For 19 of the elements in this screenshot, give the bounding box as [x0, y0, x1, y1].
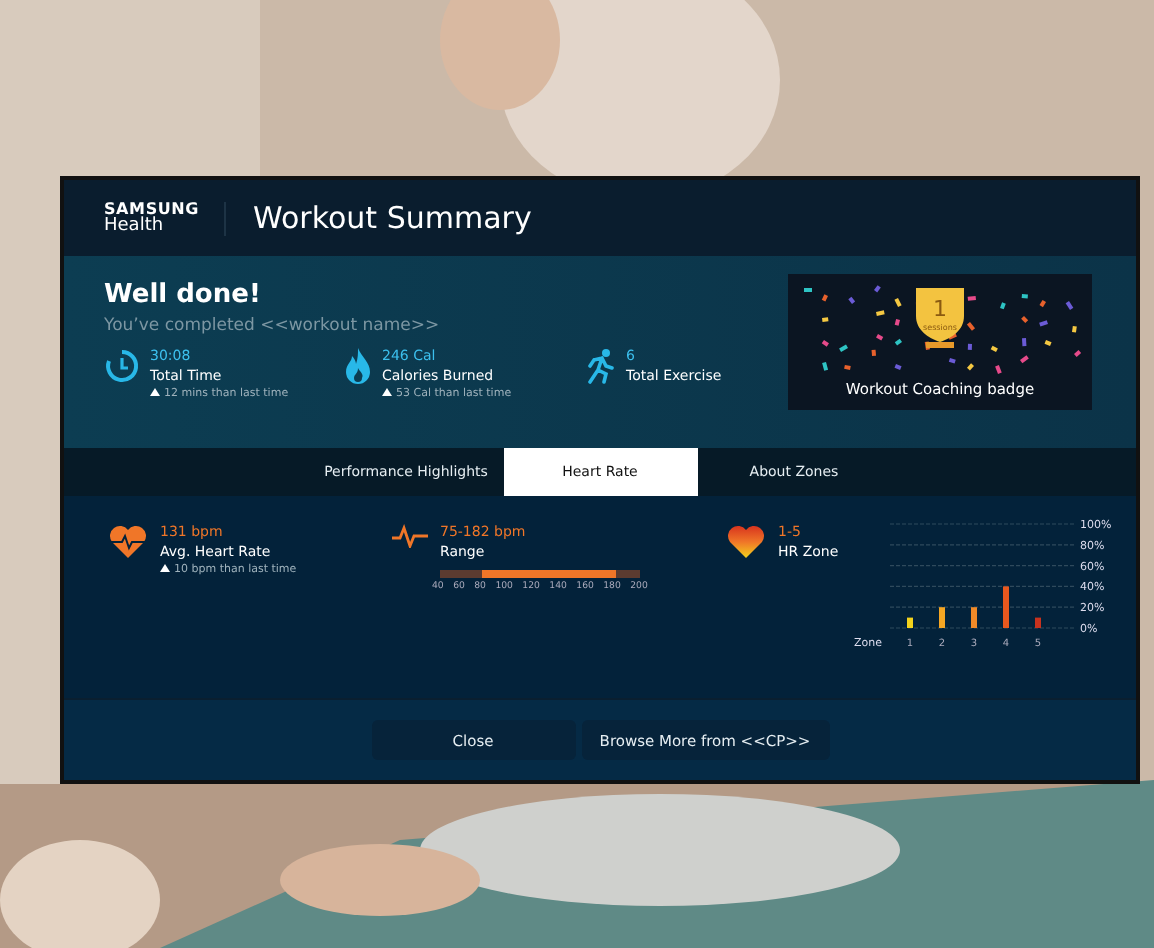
zone-bar [971, 607, 978, 628]
up-triangle-icon [160, 564, 170, 572]
heading: Well done! [104, 280, 263, 310]
brand-logo: Health [104, 217, 166, 235]
up-triangle-icon [150, 388, 160, 396]
flame-icon [344, 348, 372, 384]
pulse-icon [392, 524, 428, 548]
zone-bar [1003, 586, 1010, 628]
window-title: Workout Summary [253, 200, 532, 236]
badge-count: 1 [933, 296, 947, 322]
brand-logo: SAMSUNG [104, 201, 200, 217]
runner-icon [584, 348, 616, 384]
heart-pulse-icon [108, 524, 148, 560]
up-triangle-icon [382, 388, 392, 396]
timer-icon [104, 348, 140, 384]
zone-bar [939, 607, 946, 628]
subtitle: You’ve completed <<workout name>> [104, 316, 442, 336]
zone-bar [1035, 617, 1042, 628]
zone-bar [907, 617, 914, 628]
